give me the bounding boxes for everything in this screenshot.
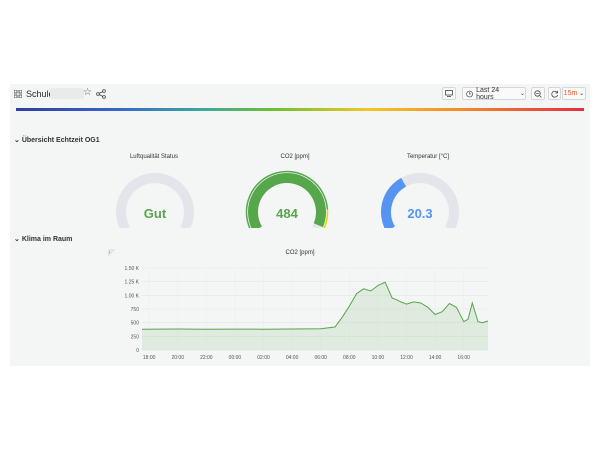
x-tick-label: 22:00 — [200, 355, 213, 361]
collapse-icon: ⌄ — [14, 236, 20, 243]
y-tick-label: 1.50 K — [125, 266, 140, 272]
x-tick-label: 06:00 — [314, 355, 327, 361]
x-tick-label: 04:00 — [286, 355, 299, 361]
x-tick-label: 12:00 — [400, 355, 413, 361]
zoom-out-icon — [534, 89, 542, 98]
tv-mode-icon — [445, 90, 453, 97]
series-area — [142, 282, 488, 350]
y-tick-label: 0 — [136, 348, 139, 354]
row-title-overview: Übersicht Echtzeit OG1 — [21, 137, 100, 144]
x-tick-label: 02:00 — [257, 355, 270, 361]
rainbow-divider — [16, 108, 584, 111]
y-tick-label: 750 — [131, 307, 140, 313]
x-tick-label: 08:00 — [343, 355, 356, 361]
y-tick-label: 1.00 K — [125, 293, 140, 299]
y-tick-label: 500 — [131, 321, 140, 327]
refresh-interval-picker[interactable]: 15m ⌄ — [562, 87, 586, 100]
x-tick-label: 16:00 — [457, 355, 470, 361]
gauge-value-air-quality: Gut — [143, 206, 167, 221]
star-icon[interactable]: ☆ — [83, 87, 92, 98]
x-tick-label: 10:00 — [372, 355, 385, 361]
gauge-value-co2: 484 — [276, 206, 298, 221]
gauge-title-temperature: Temperatur [°C] — [406, 154, 450, 160]
x-tick-label: 00:00 — [229, 355, 242, 361]
co2-timeseries-chart: 0 250 500 750 1.00 K 1.25 K 1.50 K 18:00 20:00 22… — [125, 266, 489, 361]
x-tick-label: 20:00 — [171, 355, 184, 361]
refresh-button[interactable] — [548, 87, 561, 100]
gauge-title-co2: CO2 [ppm] — [280, 154, 310, 160]
row-header-overview[interactable]: ⌄ Übersicht Echtzeit OG1 — [14, 136, 100, 144]
x-tick-label: 18:00 — [143, 355, 156, 361]
title-redaction — [50, 88, 84, 99]
chevron-down-icon: ⌄ — [579, 91, 585, 97]
time-range-label: Last 24 hours — [476, 86, 500, 101]
grid-icon[interactable] — [14, 90, 22, 98]
row-title-climate: Klima im Raum — [21, 236, 73, 243]
zoom-out-button[interactable] — [531, 87, 545, 100]
share-icon[interactable] — [96, 89, 106, 99]
x-tick-label: 14:00 — [429, 355, 442, 361]
collapse-icon: ⌄ — [14, 137, 20, 144]
dashboard-topbar: Schule ☆ Last 24 hours ⌄ 15m ⌄ — [10, 84, 590, 104]
y-tick-label: 1.25 K — [125, 280, 140, 286]
time-range-picker[interactable]: Last 24 hours ⌄ — [462, 86, 526, 101]
clock-icon — [466, 90, 473, 97]
row-header-climate[interactable]: ⌄ Klima im Raum — [14, 235, 72, 243]
dashboard: Schule ☆ Last 24 hours ⌄ 15m ⌄ ⌄ Übersic… — [10, 84, 590, 366]
y-tick-label: 250 — [131, 334, 140, 340]
chevron-down-icon: ⌄ — [519, 91, 525, 97]
refresh-icon — [550, 90, 558, 98]
gauge-title-air-quality: Luftqualität Status — [129, 154, 179, 160]
refresh-interval-label: 15m — [563, 90, 578, 97]
gauge-value-temperature: 20.3 — [407, 206, 433, 221]
tv-mode-button[interactable] — [442, 87, 456, 100]
